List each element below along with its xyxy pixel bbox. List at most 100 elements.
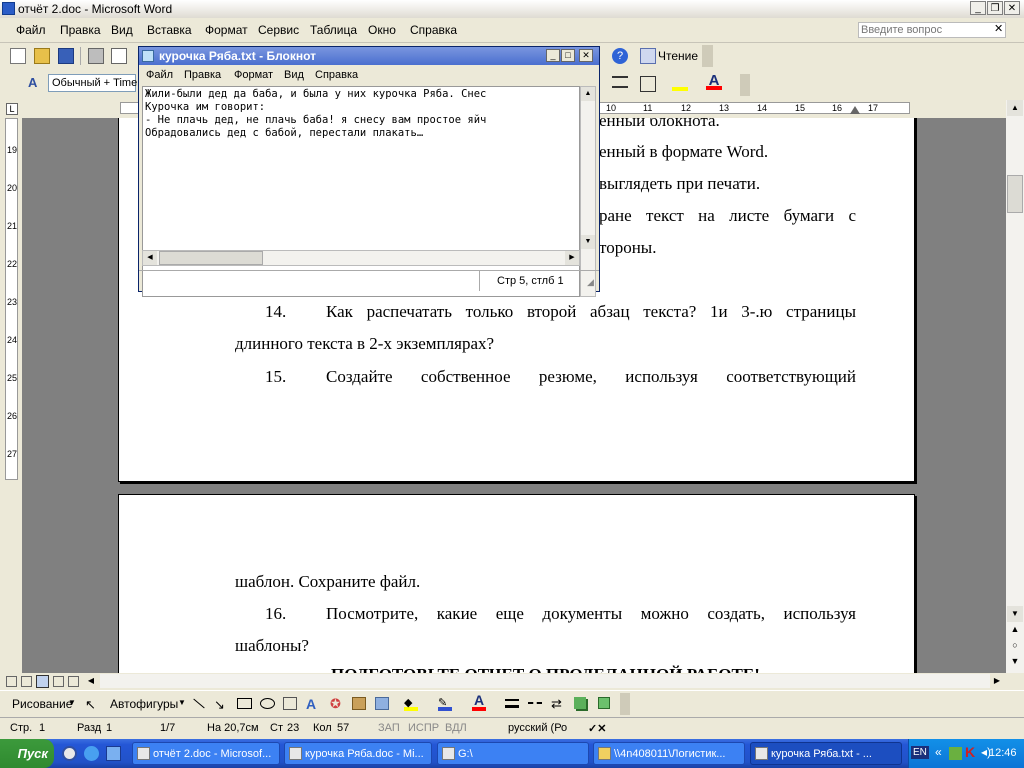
notepad-close-button[interactable]: ✕: [579, 49, 593, 62]
web-view-icon[interactable]: [21, 676, 32, 687]
notepad-scroll-left-arrow[interactable]: ◀: [143, 251, 157, 265]
reading-mode-icon[interactable]: [640, 48, 656, 64]
menu-file[interactable]: Файл: [16, 23, 46, 37]
quicklaunch-ie-icon[interactable]: [84, 746, 99, 761]
clipart-icon[interactable]: [352, 697, 366, 710]
spelling-status-icon[interactable]: ✓✕: [588, 722, 606, 735]
3d-style-icon[interactable]: [598, 697, 610, 709]
task-network-folder[interactable]: \\4n408011\Логистик...: [593, 742, 745, 765]
oval-tool-icon[interactable]: [260, 698, 275, 709]
line-tool-icon[interactable]: [193, 698, 205, 709]
vertical-scroll-thumb[interactable]: [1007, 175, 1023, 213]
document-page-2[interactable]: шаблон. Сохраните файл. 16. Посмотрите, …: [118, 494, 915, 673]
task-notepad-ryaba[interactable]: курочка Ряба.txt - ...: [750, 742, 902, 765]
menu-help[interactable]: Справка: [410, 23, 457, 37]
borders-icon[interactable]: [640, 76, 656, 92]
task-drive-g[interactable]: G:\: [437, 742, 589, 765]
wordart-icon[interactable]: A: [306, 696, 316, 712]
print-icon[interactable]: [88, 48, 104, 64]
next-page-icon[interactable]: ▼: [1007, 656, 1023, 670]
print-layout-view-icon[interactable]: [36, 675, 49, 688]
task-word-ryaba[interactable]: курочка Ряба.doc - Mi...: [284, 742, 432, 765]
previous-page-icon[interactable]: ▲: [1007, 624, 1023, 638]
menu-tools[interactable]: Сервис: [258, 23, 299, 37]
word-minimize-button[interactable]: _: [970, 1, 986, 15]
vertical-scrollbar[interactable]: ▲ ▼ ▲ ○ ▼: [1006, 100, 1024, 673]
notepad-scroll-up-arrow[interactable]: ▲: [581, 87, 595, 101]
menu-table[interactable]: Таблица: [310, 23, 357, 37]
align-justify-icon[interactable]: [612, 76, 628, 88]
drawing-menu[interactable]: Рисование: [12, 697, 72, 711]
menu-view[interactable]: Вид: [111, 23, 133, 37]
styles-pane-icon[interactable]: A: [28, 75, 44, 91]
notepad-minimize-button[interactable]: _: [546, 49, 560, 62]
menu-edit[interactable]: Правка: [60, 23, 101, 37]
font-color-draw-icon[interactable]: A: [472, 693, 486, 711]
new-document-icon[interactable]: [10, 48, 26, 64]
tray-expand-icon[interactable]: «: [935, 745, 942, 759]
quicklaunch-media-icon[interactable]: [62, 746, 77, 761]
style-select[interactable]: Обычный + Time: [48, 74, 137, 92]
notepad-vertical-scrollbar[interactable]: ▲ ▼: [580, 86, 596, 297]
highlight-icon[interactable]: [672, 75, 688, 91]
word-close-button[interactable]: ✕: [1004, 1, 1020, 15]
notepad-window[interactable]: курочка Ряба.txt - Блокнот _ □ ✕ Файл Пр…: [138, 46, 600, 297]
horizontal-scroll-track[interactable]: [100, 674, 990, 688]
scroll-left-arrow[interactable]: ◀: [84, 674, 98, 688]
horizontal-scrollbar[interactable]: ◀ ▶: [0, 673, 1024, 690]
help-icon[interactable]: ?: [612, 48, 628, 64]
diagram-icon[interactable]: ✪: [330, 696, 341, 712]
rectangle-tool-icon[interactable]: [237, 698, 252, 709]
resize-grip-icon[interactable]: ◢: [587, 277, 594, 288]
vertical-ruler[interactable]: 19 20 21 22 23 24 25 26 27: [0, 118, 22, 673]
reading-mode-button[interactable]: Чтение: [658, 49, 698, 63]
menu-insert[interactable]: Вставка: [147, 23, 192, 37]
reading-view-icon[interactable]: [68, 676, 79, 687]
tray-app-icon[interactable]: [949, 747, 962, 760]
print-preview-icon[interactable]: [111, 48, 127, 64]
select-browse-object-icon[interactable]: ○: [1007, 640, 1023, 654]
kaspersky-icon[interactable]: K: [965, 744, 975, 760]
notepad-menu-file[interactable]: Файл: [146, 69, 173, 81]
outline-view-icon[interactable]: [53, 676, 64, 687]
clock[interactable]: 12:46: [989, 747, 1017, 759]
ask-question-input[interactable]: Введите вопрос: [858, 22, 1006, 38]
task-word-report[interactable]: отчёт 2.doc - Microsof...: [132, 742, 280, 765]
autoshapes-menu[interactable]: Автофигуры: [110, 697, 178, 711]
open-folder-icon[interactable]: [34, 48, 50, 64]
textbox-tool-icon[interactable]: [283, 697, 297, 710]
tab-selector[interactable]: L: [6, 103, 18, 115]
status-record[interactable]: ЗАП: [378, 722, 400, 734]
scroll-right-arrow[interactable]: ▶: [990, 674, 1004, 688]
normal-view-icon[interactable]: [6, 676, 17, 687]
select-objects-icon[interactable]: ↖: [85, 697, 96, 713]
menu-window[interactable]: Окно: [368, 23, 396, 37]
font-color-icon[interactable]: A: [706, 73, 722, 90]
right-indent-marker[interactable]: [850, 106, 860, 114]
notepad-menu-view[interactable]: Вид: [284, 69, 304, 81]
line-style-icon[interactable]: [505, 699, 519, 708]
notepad-horizontal-thumb[interactable]: [159, 251, 263, 265]
notepad-scroll-down-arrow[interactable]: ▼: [581, 235, 595, 249]
toolbar-options-icon[interactable]: [702, 45, 713, 67]
scroll-down-arrow[interactable]: ▼: [1007, 606, 1023, 622]
shadow-style-icon[interactable]: [574, 697, 586, 709]
notepad-menu-edit[interactable]: Правка: [184, 69, 221, 81]
scroll-up-arrow[interactable]: ▲: [1007, 100, 1023, 116]
drawbar-options-icon[interactable]: [620, 693, 630, 715]
notepad-menu-help[interactable]: Справка: [315, 69, 358, 81]
fill-color-icon[interactable]: ◆: [404, 696, 418, 711]
menu-format[interactable]: Формат: [205, 23, 248, 37]
status-extend[interactable]: ВДЛ: [445, 722, 467, 734]
notepad-maximize-button[interactable]: □: [561, 49, 575, 62]
word-restore-button[interactable]: ❐: [987, 1, 1003, 15]
status-track-changes[interactable]: ИСПР: [408, 722, 439, 734]
notepad-horizontal-scrollbar[interactable]: ◀ ▶: [142, 250, 580, 266]
arrow-style-icon[interactable]: ⇄: [551, 696, 562, 712]
line-color-icon[interactable]: ✎: [438, 696, 452, 711]
close-doc-icon[interactable]: ✕: [994, 22, 1003, 35]
quicklaunch-show-desktop-icon[interactable]: [106, 746, 121, 761]
start-button[interactable]: Пуск: [0, 739, 54, 768]
save-icon[interactable]: [58, 48, 74, 64]
status-language[interactable]: русский (Ро: [508, 722, 567, 734]
